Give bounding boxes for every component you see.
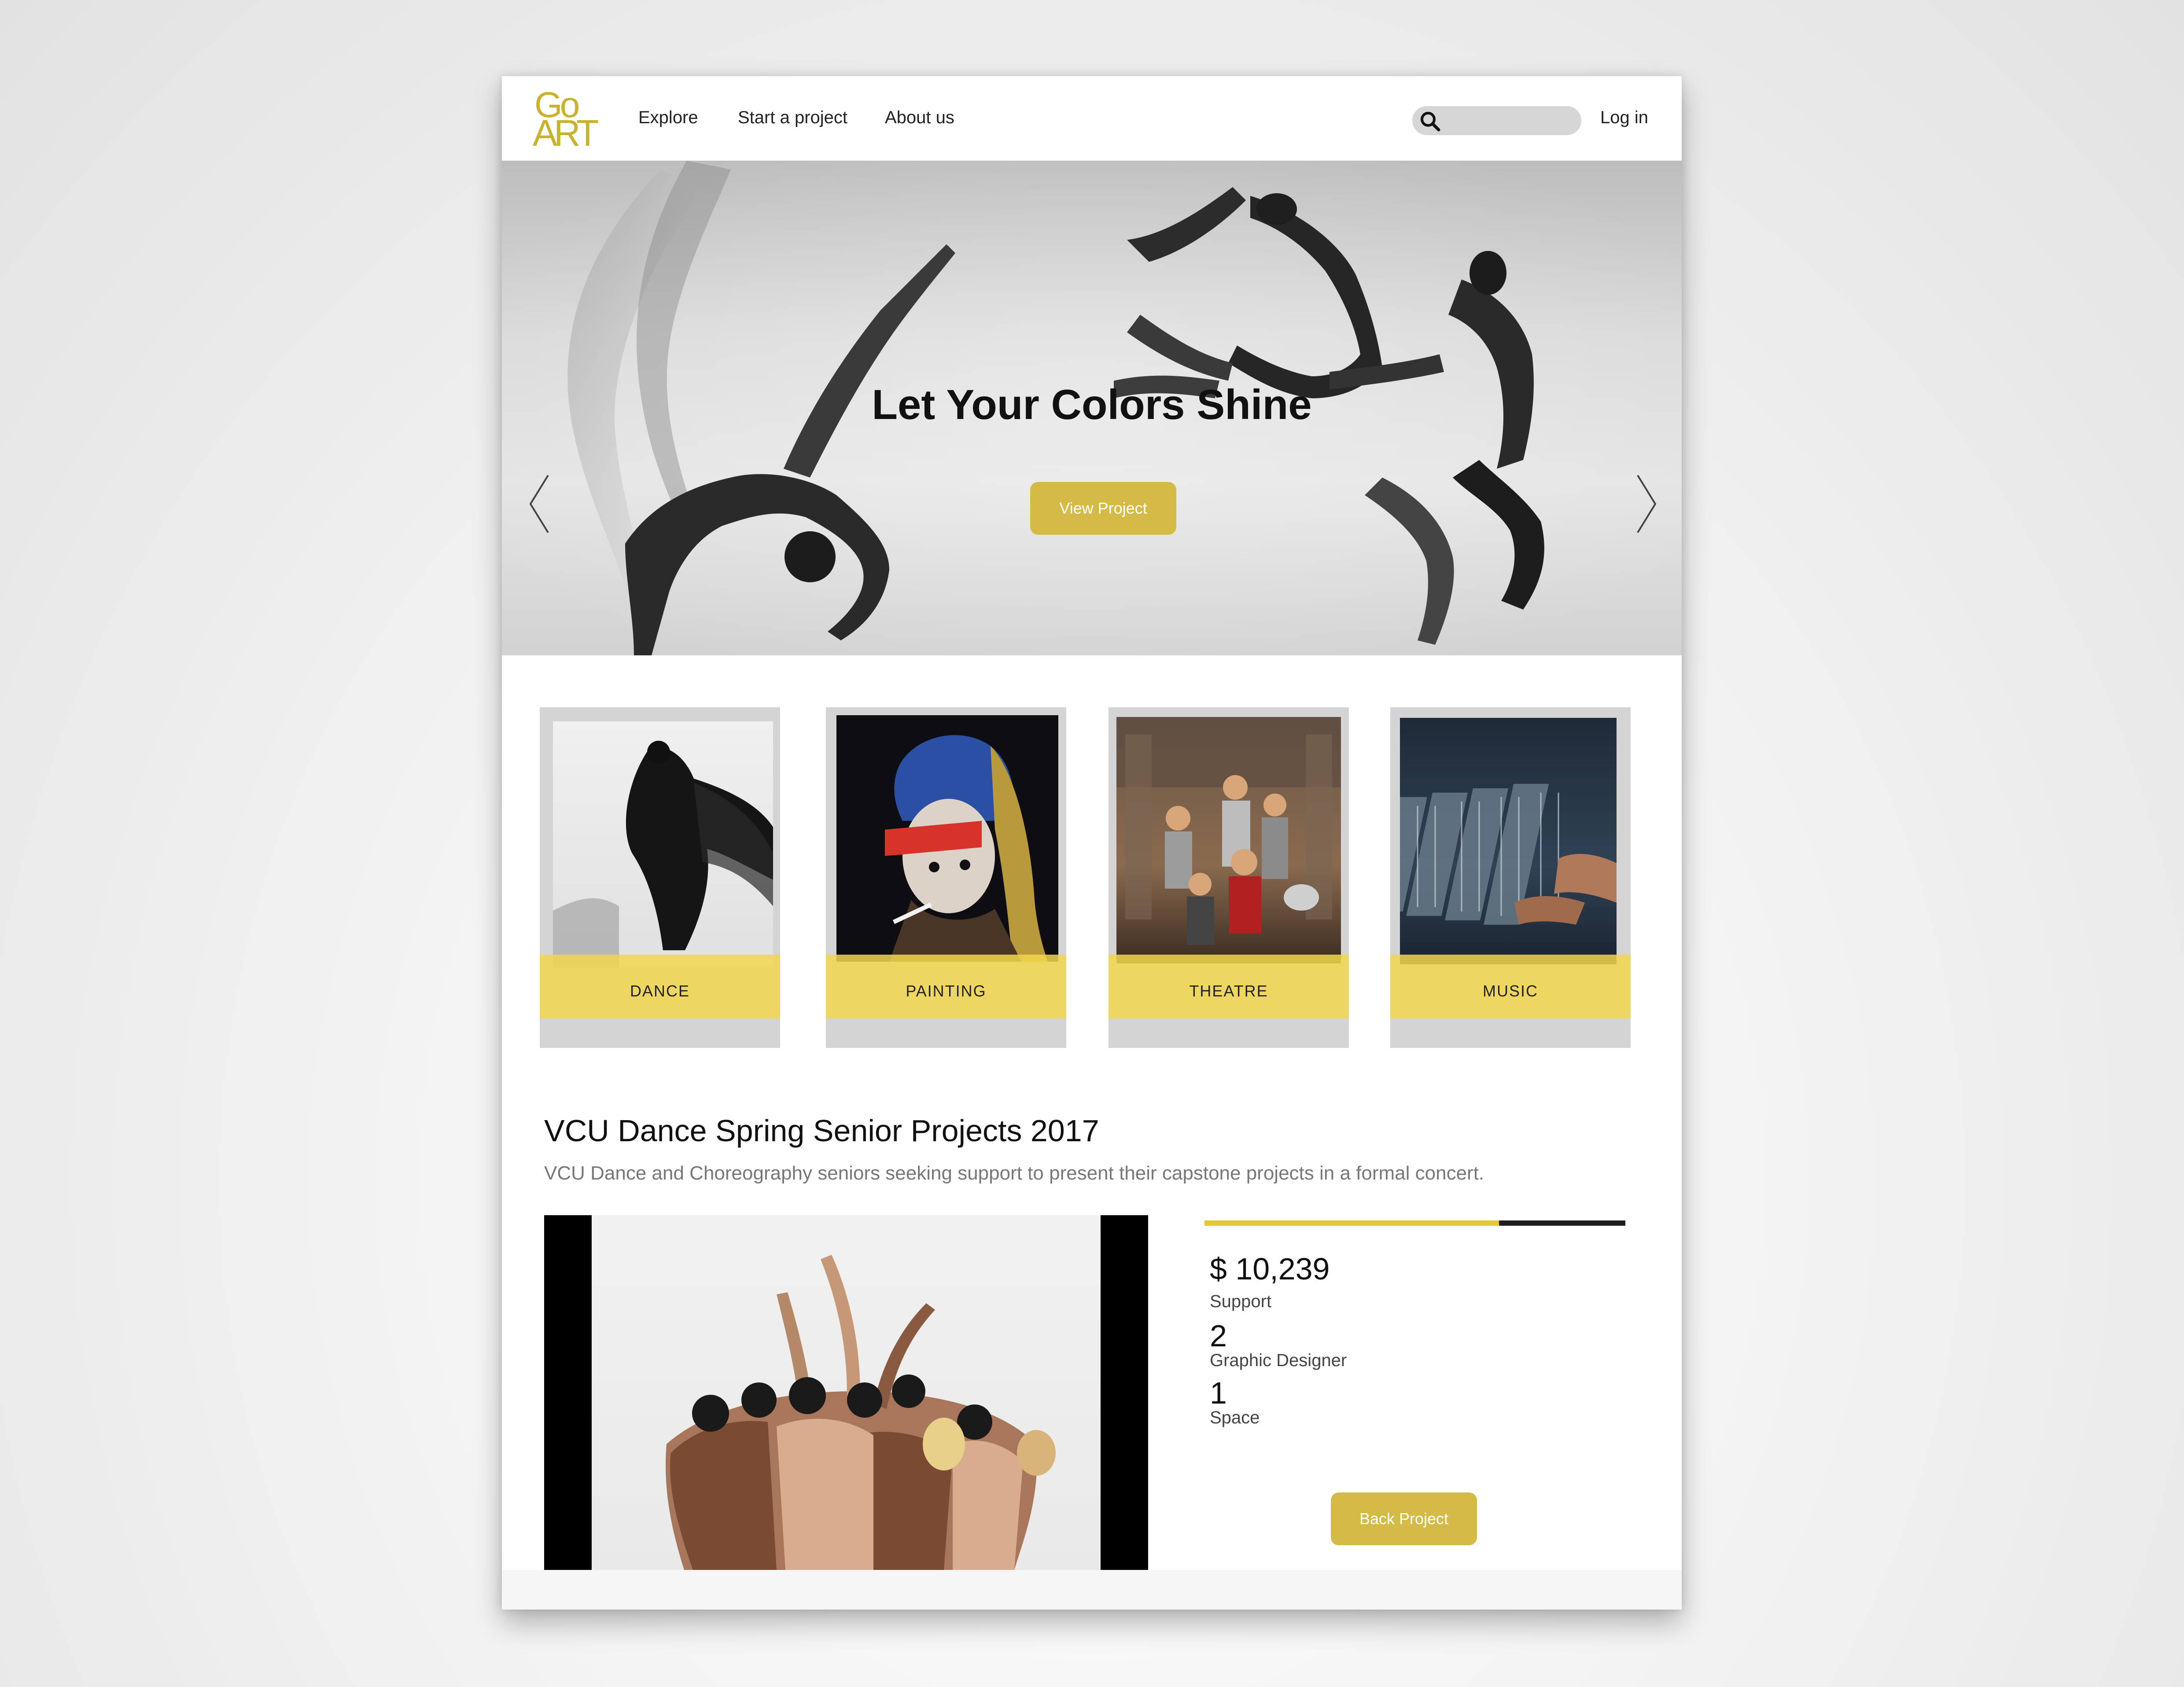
nav-about-us[interactable]: About us [885,108,954,128]
category-card-music[interactable]: MUSIC [1390,707,1631,1048]
stat-support-label: Support [1210,1292,1272,1311]
view-project-button[interactable]: View Project [1030,482,1176,535]
header: Go ART Explore Start a project About us … [502,76,1682,161]
stat-space-label: Space [1210,1408,1260,1427]
back-project-button[interactable]: Back Project [1331,1492,1477,1545]
project-image[interactable] [544,1215,1148,1570]
nav-explore[interactable]: Explore [638,108,698,128]
page: Go ART Explore Start a project About us … [502,76,1682,1610]
music-image [1400,718,1617,964]
category-label: DANCE [630,981,690,1000]
logo-art: ART [533,112,599,154]
category-label: PAINTING [906,981,987,1000]
search-icon[interactable] [1418,110,1444,132]
theatre-label-band: THEATRE [1109,955,1349,1018]
theatre-image [1116,717,1341,963]
category-card-dance[interactable]: DANCE [540,707,780,1048]
carousel-next-arrow-icon[interactable] [1633,473,1660,535]
funding-progress-fill [1204,1220,1499,1226]
category-label: THEATRE [1189,981,1268,1000]
dance-image [553,721,773,968]
painting-label-band: PAINTING [826,955,1066,1018]
painting-image [836,715,1058,962]
music-label-band: MUSIC [1390,955,1631,1018]
category-card-theatre[interactable]: THEATRE [1109,707,1349,1048]
project-description: VCU Dance and Choreography seniors seeki… [544,1162,1484,1184]
search-input[interactable] [1447,110,1575,132]
search-box[interactable] [1412,106,1581,135]
category-card-painting[interactable]: PAINTING [826,707,1066,1048]
footer-strip [502,1570,1682,1610]
stat-designer-label: Graphic Designer [1210,1351,1347,1370]
category-label: MUSIC [1483,981,1538,1000]
stat-designer-value: 2 [1210,1319,1227,1353]
carousel-prev-arrow-icon[interactable] [526,473,552,535]
goart-logo[interactable]: Go ART [533,87,603,154]
hero-title: Let Your Colors Shine [872,381,1312,428]
funding-progress-bar [1204,1220,1625,1226]
dance-label-band: DANCE [540,955,780,1018]
hero-carousel: Let Your Colors Shine View Project [502,161,1682,655]
project-title[interactable]: VCU Dance Spring Senior Projects 2017 [544,1113,1099,1148]
login-link[interactable]: Log in [1600,108,1648,128]
dancers-group-photo [666,1255,1056,1570]
nav-start-project[interactable]: Start a project [738,108,847,128]
stat-support-value: $ 10,239 [1210,1252,1330,1286]
stat-space-value: 1 [1210,1376,1227,1410]
